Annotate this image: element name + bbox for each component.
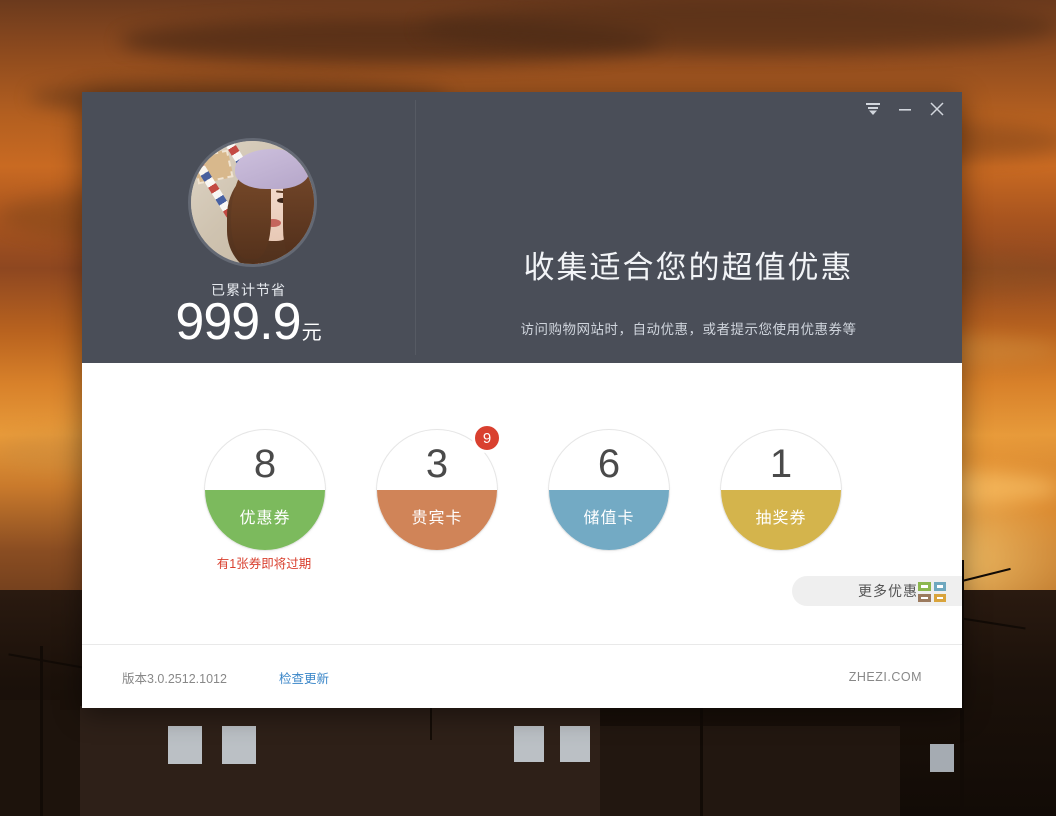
more-deals-button[interactable]: 更多优惠 bbox=[792, 576, 962, 606]
coin-circle[interactable]: 8 优惠券 bbox=[204, 429, 326, 551]
notification-badge: 9 bbox=[472, 423, 502, 453]
profile-panel: 已累计节省 999.9元 bbox=[82, 92, 415, 363]
coin-circle[interactable]: 1 抽奖券 bbox=[720, 429, 842, 551]
window-header: 已累计节省 999.9元 收集适合您的超值优惠 访问购物网站时，自动优惠，或者提… bbox=[82, 92, 962, 363]
coin-label: 抽奖券 bbox=[755, 510, 807, 527]
house-window bbox=[514, 726, 544, 762]
page-subtitle: 访问购物网站时，自动优惠，或者提示您使用优惠券等 bbox=[520, 322, 857, 337]
house-window bbox=[930, 744, 954, 772]
coin-label: 优惠券 bbox=[239, 510, 291, 527]
pitch-panel: 收集适合您的超值优惠 访问购物网站时，自动优惠，或者提示您使用优惠券等 bbox=[415, 92, 962, 363]
card-stored-value: 6 储值卡 bbox=[548, 429, 670, 551]
card-coupon: 8 优惠券 有1张券即将过期 bbox=[204, 429, 326, 571]
window-body: 8 优惠券 有1张券即将过期 3 贵宾卡 9 6 储值卡 1 抽奖券 更多优惠 bbox=[82, 363, 962, 644]
check-update-link[interactable]: 检查更新 bbox=[279, 668, 329, 687]
page-title: 收集适合您的超值优惠 bbox=[523, 250, 854, 285]
saved-amount: 999.9元 bbox=[82, 296, 415, 348]
coin-label: 贵宾卡 bbox=[411, 510, 463, 527]
site-label: ZHEZI.COM bbox=[848, 670, 922, 684]
house-window bbox=[168, 726, 202, 764]
avatar-beret bbox=[235, 149, 309, 189]
card-lottery: 1 抽奖券 bbox=[720, 429, 842, 551]
version-label: 版本3.0.2512.1012 bbox=[122, 671, 227, 686]
coin-label: 储值卡 bbox=[583, 510, 635, 527]
more-deals-label: 更多优惠 bbox=[858, 583, 918, 599]
expiry-warning: 有1张券即将过期 bbox=[216, 557, 312, 571]
house-window bbox=[560, 726, 590, 762]
cloud-band bbox=[420, 0, 1056, 54]
coin-circle[interactable]: 6 储值卡 bbox=[548, 429, 670, 551]
app-window: 已累计节省 999.9元 收集适合您的超值优惠 访问购物网站时，自动优惠，或者提… bbox=[82, 92, 962, 708]
coin-count: 8 bbox=[253, 442, 277, 486]
card-summary-list: 8 优惠券 有1张券即将过期 3 贵宾卡 9 6 储值卡 1 抽奖券 bbox=[82, 423, 962, 571]
saved-amount-value: 999.9 bbox=[175, 293, 301, 351]
house-window bbox=[222, 726, 256, 764]
coin-count: 1 bbox=[769, 442, 793, 486]
tree-trunk bbox=[40, 646, 43, 816]
avatar[interactable] bbox=[188, 138, 317, 267]
card-vip: 3 贵宾卡 9 bbox=[376, 423, 502, 551]
window-footer: 版本3.0.2512.1012 检查更新 ZHEZI.COM bbox=[82, 644, 962, 708]
grid-squares-icon bbox=[918, 582, 946, 602]
house-right bbox=[600, 726, 900, 816]
saved-amount-unit: 元 bbox=[301, 322, 322, 344]
coin-count: 6 bbox=[597, 442, 621, 486]
